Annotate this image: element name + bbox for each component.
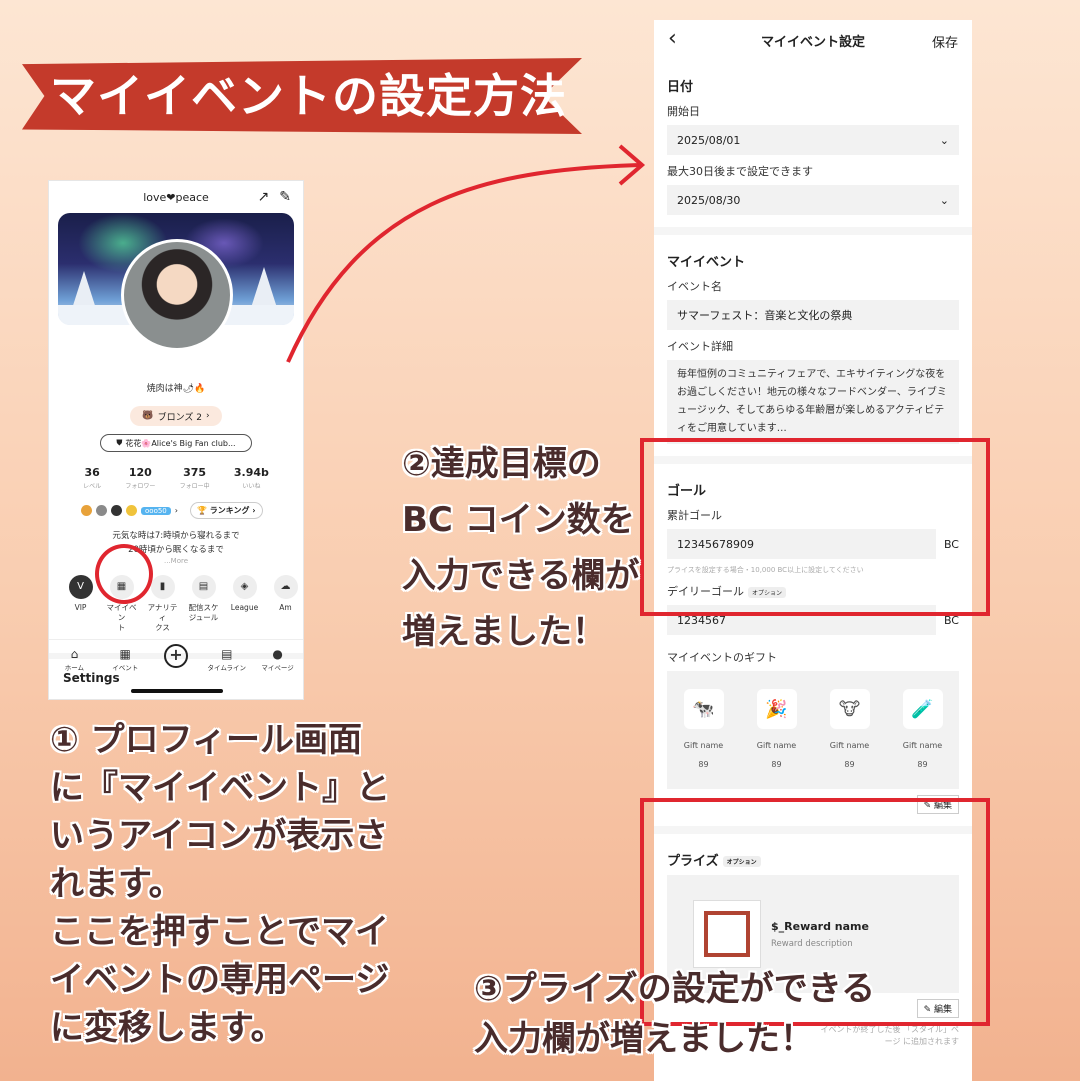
caption-step1: ① プロフィール画面 に『マイイベント』と いうアイコンが表示さ れます。 ここ… — [50, 720, 390, 1048]
gift-item[interactable]: 🐄 Gift name 89 — [676, 689, 732, 789]
date-section-title: 日付 — [667, 80, 694, 95]
event-name-label: イベント名 — [667, 280, 722, 293]
start-date-select[interactable]: 2025/08/01 ⌄ — [667, 125, 959, 155]
settings-title: マイイベント設定 — [760, 34, 865, 50]
end-date-select[interactable]: 2025/08/30 ⌄ — [667, 185, 959, 215]
gift-list: 🐄 Gift name 89 🎉 Gift name 89 🐮 Gift name 89 🧪… — [667, 671, 959, 789]
event-section-title: マイイベント — [667, 255, 746, 270]
save-button[interactable]: 保存 — [932, 32, 958, 51]
gift-item[interactable]: 🧪 Gift name 89 — [895, 689, 951, 789]
caption-step3: ③プライズの設定ができる 入力欄が増えました！ — [474, 969, 876, 1059]
gift-icon: 🐮 — [829, 689, 870, 729]
event-detail-field[interactable]: 毎年恒例のコミュニティフェアで、エキサイティングな夜をお過ごしください！地元の様… — [667, 360, 959, 444]
goal-highlight-box — [640, 438, 990, 616]
chevron-down-icon: ⌄ — [939, 193, 949, 207]
end-date-label: 最大30日後まで設定できます — [667, 165, 813, 178]
event-detail-label: イベント詳細 — [667, 340, 733, 353]
gift-item[interactable]: 🐮 Gift name 89 — [822, 689, 878, 789]
settings-header: ‹ マイイベント設定 保存 — [654, 20, 972, 60]
gift-section-title: マイイベントのギフト — [667, 651, 777, 664]
gift-item[interactable]: 🎉 Gift name 89 — [749, 689, 805, 789]
caption-step2: ②達成目標の BC コイン数を 入力できる欄が 増えました！ — [402, 444, 640, 652]
start-date-label: 開始日 — [667, 105, 700, 118]
gift-icon: 🐄 — [683, 689, 724, 729]
gift-icon: 🎉 — [756, 689, 797, 729]
event-name-field[interactable]: サマーフェスト：音楽と文化の祭典 — [667, 300, 959, 330]
gift-icon: 🧪 — [902, 689, 943, 729]
back-icon[interactable]: ‹ — [668, 26, 677, 51]
chevron-down-icon: ⌄ — [939, 133, 949, 147]
